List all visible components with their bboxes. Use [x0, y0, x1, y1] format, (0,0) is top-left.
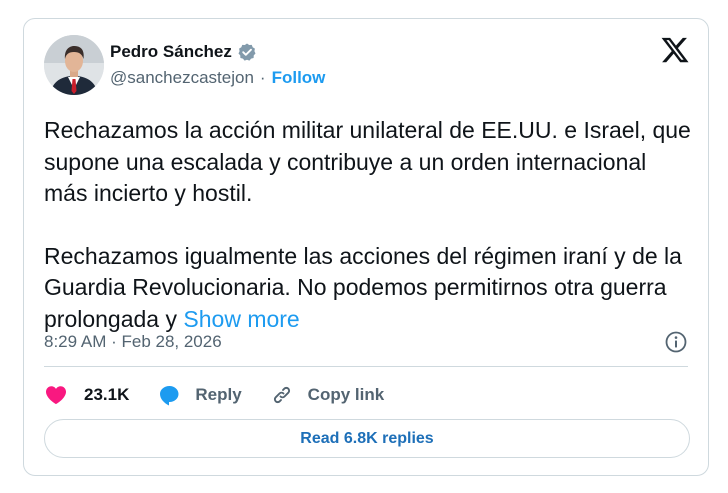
tweet-text: Rechazamos la acción militar unilateral … [44, 115, 694, 335]
copy-link-label: Copy link [307, 385, 385, 404]
follow-button[interactable]: Follow [272, 68, 326, 88]
tweet-card: Pedro Sánchez @sanchezcastejon · Follow … [23, 18, 709, 476]
author-name[interactable]: Pedro Sánchez [110, 42, 232, 62]
like-button[interactable]: 23.1K [44, 383, 129, 407]
link-icon [273, 386, 290, 404]
info-icon[interactable] [664, 330, 688, 354]
divider [44, 366, 688, 367]
tweet-paragraph-2: Rechazamos igualmente las acciones del r… [44, 241, 694, 336]
heart-icon [46, 386, 66, 405]
show-more-link[interactable]: Show more [183, 306, 299, 332]
tweet-paragraph-2-text: Rechazamos igualmente las acciones del r… [44, 242, 682, 332]
tweet-paragraph-1: Rechazamos la acción militar unilateral … [44, 117, 691, 206]
like-count: 23.1K [84, 385, 130, 404]
read-replies-button[interactable]: Read 6.8K replies [44, 419, 690, 458]
tweet-timestamp[interactable]: 8:29 AM · Feb 28, 2026 [44, 332, 222, 352]
handle-row: @sanchezcastejon · Follow [110, 68, 325, 88]
avatar-photo [44, 35, 104, 95]
speech-bubble-icon [160, 386, 179, 406]
reply-button[interactable]: Reply [157, 383, 242, 407]
author-handle[interactable]: @sanchezcastejon [110, 68, 254, 88]
x-logo-icon[interactable] [660, 35, 690, 65]
action-bar: 23.1K Reply Copy link [44, 380, 412, 410]
avatar[interactable] [44, 35, 104, 95]
reply-label: Reply [195, 385, 242, 404]
separator-dot: · [259, 68, 266, 87]
copy-link-button[interactable]: Copy link [270, 383, 385, 407]
verified-badge-icon [238, 43, 256, 61]
author-name-row: Pedro Sánchez [110, 41, 257, 63]
